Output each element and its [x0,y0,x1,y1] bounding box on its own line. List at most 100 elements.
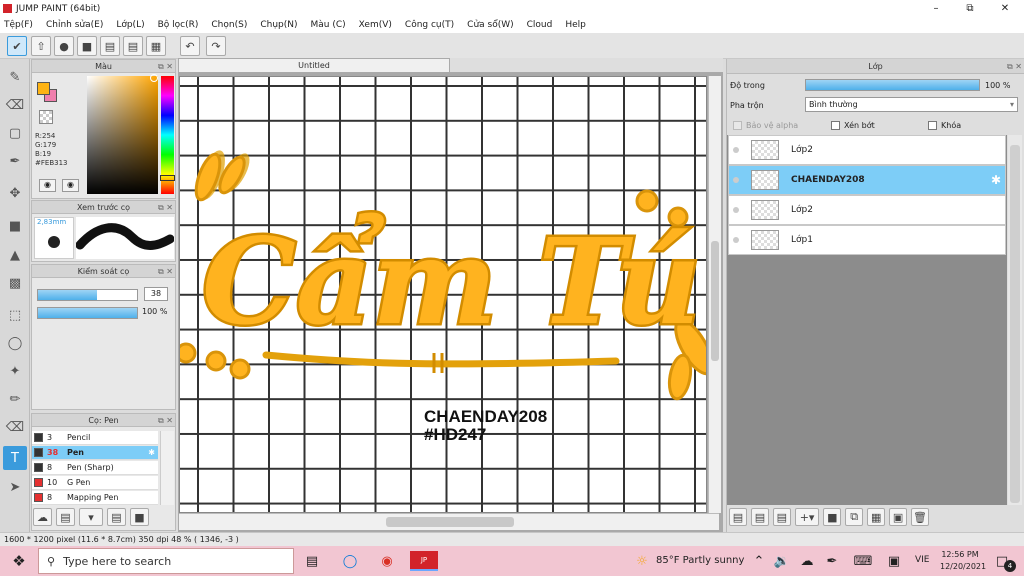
hue-slider-handle[interactable] [160,175,175,181]
brush-tool-icon[interactable]: ✎ [3,65,27,89]
panel-close-icon[interactable]: ⧉ ✕ [158,201,173,214]
canvas-vertical-scrollbar[interactable] [708,76,721,513]
menu-layer[interactable]: Lớp(L) [116,20,144,30]
eraser-tool-icon[interactable]: ⌫ [3,93,27,117]
duplicate-layer-icon[interactable]: ⧉ [845,508,864,526]
color-history-icon[interactable]: ◉ [62,179,79,192]
menu-edit[interactable]: Chỉnh sửa(E) [46,20,103,30]
new-8bit-layer-icon[interactable]: ▤ [772,508,791,526]
message-icon[interactable]: ■ [77,36,97,56]
pen-tool-icon[interactable]: ✒ [3,149,27,173]
visibility-icon[interactable] [733,177,739,183]
undo-icon[interactable]: ↶ [180,36,200,56]
close-button[interactable]: ✕ [988,0,1022,17]
display-icon[interactable]: ▣ [884,551,904,571]
cloud-icon[interactable]: ☁ [797,551,817,571]
brush-size-slider[interactable] [37,289,138,301]
canvas-horizontal-scrollbar[interactable] [179,513,719,530]
horizontal-scroll-thumb[interactable] [386,517,514,527]
panel-close-icon[interactable]: ⧉ ✕ [158,265,173,278]
menu-view[interactable]: Xem(V) [359,20,392,30]
new-halftone-layer-icon[interactable]: ▤ [750,508,769,526]
minimize-button[interactable]: – [919,0,953,17]
document-tab[interactable]: Untitled [178,58,450,73]
text-tool-icon[interactable]: T [3,446,27,470]
merge-layer-icon[interactable]: ▦ [867,508,886,526]
fill-rect-tool-icon[interactable]: ■ [3,214,27,238]
blend-mode-select[interactable]: Bình thường ▾ [805,97,1018,112]
select-pen-tool-icon[interactable]: ✏ [3,387,27,411]
show-hidden-icons-chevron-icon[interactable]: ⌃ [749,551,769,571]
panel-close-icon[interactable]: ⧉ ✕ [158,414,173,427]
jump-paint-app-icon[interactable]: JP [410,551,438,571]
menu-file[interactable]: Tệp(F) [4,20,33,30]
visibility-icon[interactable] [733,237,739,243]
gradient-tool-icon[interactable]: ▩ [3,271,27,295]
menu-cloud[interactable]: Cloud [527,20,553,30]
drawing-canvas[interactable]: Cẩm Tú CHAENDAY208 #HD247 [179,76,707,513]
chrome-browser-icon[interactable]: ◉ [377,551,397,571]
menu-tools[interactable]: Công cụ(T) [405,20,454,30]
layer-row-selected[interactable]: CHAENDAY208 ✱ [728,165,1006,195]
brush-copy-icon[interactable]: ▤ [107,508,126,526]
vertical-scroll-thumb[interactable] [711,241,719,361]
comment-icon[interactable]: ● [54,36,74,56]
lock-checkbox[interactable]: Khóa [928,121,961,130]
visibility-icon[interactable] [733,147,739,153]
grid-settings-icon[interactable]: ▦ [146,36,166,56]
new-brush-icon[interactable]: ▤ [56,508,75,526]
cloud-save-icon[interactable]: ✔ [7,36,27,56]
select-tool-icon[interactable]: ▢ [3,121,27,145]
layer-settings-icon[interactable]: ✱ [991,173,1001,187]
export-icon[interactable]: ⇧ [31,36,51,56]
layer-row[interactable]: Lớp2 [728,135,1006,165]
document-icon[interactable]: ▤ [123,36,143,56]
clock[interactable]: 12:56 PM 12/20/2021 [940,549,986,573]
page-icon[interactable]: ▤ [100,36,120,56]
new-layer-icon[interactable]: ▤ [729,508,747,526]
brush-opacity-slider[interactable] [37,307,138,319]
add-layer-menu-icon[interactable]: +▾ [794,508,820,526]
brush-item-selected[interactable]: 38 Pen ✱ [32,446,158,460]
speaker-icon[interactable]: 🔉 [772,551,792,571]
bucket-tool-icon[interactable]: ▲ [3,243,27,267]
brush-list-scrollbar[interactable] [160,431,174,505]
brush-item[interactable]: 8 Pen (Sharp) [32,461,158,475]
menu-color[interactable]: Màu (C) [311,20,346,30]
menu-help[interactable]: Help [565,20,586,30]
menu-window[interactable]: Cửa sổ(W) [467,20,513,30]
lasso-tool-icon[interactable]: ◯ [3,331,27,355]
redo-icon[interactable]: ↷ [206,36,226,56]
pen-icon[interactable]: ✒ [822,551,842,571]
operation-tool-icon[interactable]: ➤ [3,475,27,499]
brush-item[interactable]: 3 Pencil [32,431,158,445]
color-saturation-field[interactable] [87,76,158,194]
clear-layer-icon[interactable]: ▣ [889,508,908,526]
color-picker-cursor[interactable] [150,74,158,82]
select-eraser-tool-icon[interactable]: ⌫ [3,415,27,439]
magic-wand-tool-icon[interactable]: ✦ [3,359,27,383]
move-tool-icon[interactable]: ✥ [3,181,27,205]
menu-select[interactable]: Chọn(S) [211,20,247,30]
clipping-checkbox[interactable]: Xén bớt [831,121,875,130]
rect-select-tool-icon[interactable]: ⬚ [3,303,27,327]
maximize-button[interactable]: ⧉ [953,0,987,17]
brush-item[interactable]: 10 G Pen [32,476,158,490]
brush-item[interactable]: 8 Mapping Pen [32,491,158,505]
taskbar-search-box[interactable]: ⚲ Type here to search [38,548,294,574]
visibility-icon[interactable] [733,207,739,213]
brush-folder-icon[interactable]: ■ [130,508,149,526]
protect-alpha-checkbox[interactable]: Bảo vệ alpha [733,121,798,130]
task-view-icon[interactable]: ▤ [302,551,322,571]
input-language[interactable]: VIE [915,555,930,565]
menu-capture[interactable]: Chụp(N) [260,20,297,30]
delete-layer-icon[interactable]: 🗑 [911,508,929,526]
layer-row[interactable]: Lớp1 [728,225,1006,255]
brush-menu-icon[interactable]: ▾ [79,508,103,526]
panel-close-icon[interactable]: ⧉ ✕ [1007,59,1022,74]
foreground-color-swatch[interactable] [37,82,50,95]
edge-browser-icon[interactable]: ◯ [340,551,360,571]
layer-folder-icon[interactable]: ■ [823,508,842,526]
menu-filter[interactable]: Bộ lọc(R) [158,20,199,30]
brush-settings-icon[interactable]: ✱ [148,448,155,457]
